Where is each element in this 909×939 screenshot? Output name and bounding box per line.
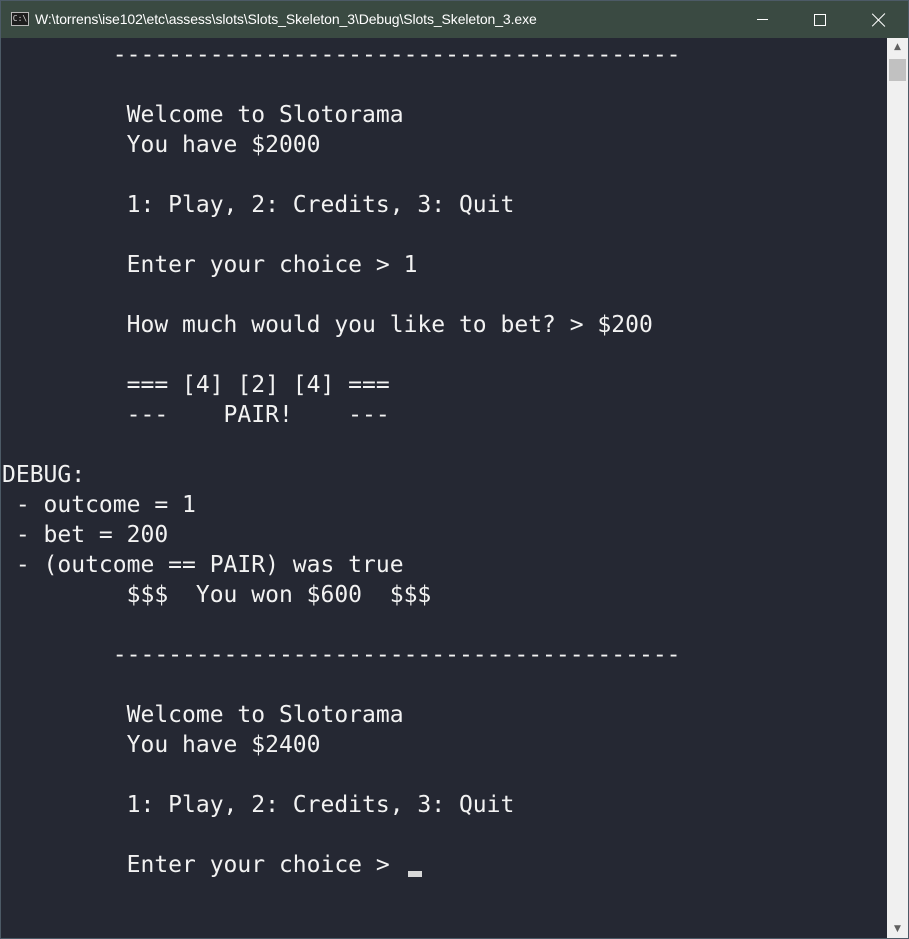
console-line: Welcome to Slotorama: [2, 102, 404, 128]
console-output-area[interactable]: ----------------------------------------…: [1, 38, 887, 938]
console-line: 1: Play, 2: Credits, 3: Quit: [2, 792, 515, 818]
maximize-icon: [814, 14, 826, 26]
console-line: You have $2400: [2, 732, 321, 758]
console-line: - bet = 200: [2, 522, 169, 548]
console-line: --- PAIR! ---: [2, 402, 390, 428]
console-line: DEBUG:: [2, 462, 86, 488]
console-line: $$$ You won $600 $$$: [2, 582, 432, 608]
vertical-scrollbar[interactable]: ▲ ▼: [887, 38, 908, 938]
close-button[interactable]: [850, 1, 908, 38]
console-window: C:\ W:\torrens\ise102\etc\assess\slots\S…: [0, 0, 909, 939]
console-line: 1: Play, 2: Credits, 3: Quit: [2, 192, 515, 218]
console-line: - outcome = 1: [2, 492, 196, 518]
scroll-thumb[interactable]: [889, 59, 906, 81]
maximize-button[interactable]: [792, 1, 850, 38]
console-line: How much would you like to bet? > $200: [2, 312, 653, 338]
minimize-button[interactable]: [734, 1, 792, 38]
minimize-icon: [757, 19, 768, 20]
text-cursor: [408, 871, 422, 877]
scroll-down-arrow-icon[interactable]: ▼: [887, 920, 908, 938]
window-title: W:\torrens\ise102\etc\assess\slots\Slots…: [35, 11, 537, 27]
console-output-text: ----------------------------------------…: [2, 40, 681, 880]
console-line: ----------------------------------------…: [2, 642, 681, 668]
scroll-up-arrow-icon[interactable]: ▲: [887, 38, 908, 56]
console-app-icon[interactable]: C:\: [11, 12, 29, 26]
console-line: Welcome to Slotorama: [2, 702, 404, 728]
console-line: Enter your choice > 1: [2, 252, 418, 278]
console-line: Enter your choice >: [2, 852, 404, 878]
close-icon: [872, 13, 886, 27]
console-line: === [4] [2] [4] ===: [2, 372, 390, 398]
console-line: ----------------------------------------…: [2, 42, 681, 68]
console-line: You have $2000: [2, 132, 321, 158]
title-bar[interactable]: C:\ W:\torrens\ise102\etc\assess\slots\S…: [1, 1, 908, 38]
console-line: - (outcome == PAIR) was true: [2, 552, 404, 578]
